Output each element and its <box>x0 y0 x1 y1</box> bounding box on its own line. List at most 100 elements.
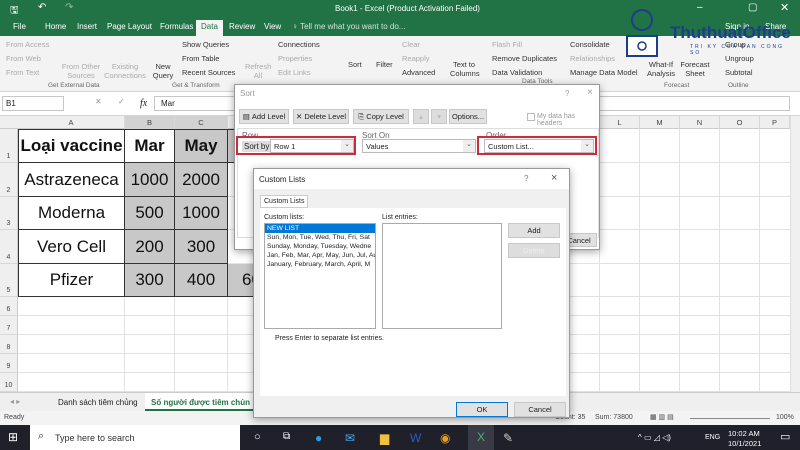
table-cell[interactable]: Astrazeneca <box>18 163 125 197</box>
manage-data-model-button[interactable]: Manage Data Model <box>570 68 638 77</box>
delete-button[interactable]: Delete <box>508 243 560 258</box>
row-header-8[interactable]: 8 <box>0 335 18 354</box>
from-access-button[interactable]: From Access <box>6 40 49 49</box>
row-header-7[interactable]: 7 <box>0 316 18 335</box>
tab-insert[interactable]: Insert <box>77 22 97 31</box>
row-header-10[interactable]: 10 <box>0 373 18 392</box>
table-cell[interactable]: 1000 <box>125 163 175 197</box>
taskbar-search[interactable]: ⌕ Type here to search <box>30 425 240 450</box>
table-cell[interactable]: 300 <box>125 264 175 297</box>
consolidate-button[interactable]: Consolidate <box>570 40 610 49</box>
vertical-scrollbar[interactable] <box>790 116 800 392</box>
sort-on-select[interactable]: Values ⌄ <box>362 139 476 153</box>
data-validation-button[interactable]: Data Validation <box>492 68 542 77</box>
flash-fill-button[interactable]: Flash Fill <box>492 40 522 49</box>
column-header-l[interactable]: L <box>600 116 640 129</box>
clock-date[interactable]: 10/1/2021 <box>728 439 761 448</box>
undo-icon[interactable]: ↶ <box>38 2 46 13</box>
fx-icon[interactable]: fx <box>140 98 147 109</box>
custom-list-item[interactable]: January, February, March, April, M <box>265 260 375 269</box>
headers-checkbox[interactable] <box>527 113 535 121</box>
text-to-columns-button[interactable]: Text to Columns <box>450 60 480 78</box>
what-if-analysis-button[interactable]: What-If Analysis <box>645 60 677 78</box>
from-text-button[interactable]: From Text <box>6 68 39 77</box>
excel-icon[interactable]: X <box>468 425 494 450</box>
copy-level-button[interactable]: ⎘ Copy Level <box>353 109 409 124</box>
row-header-5[interactable]: 5 <box>0 264 18 297</box>
custom-lists-listbox[interactable]: NEW LIST Sun, Mon, Tue, Wed, Thu, Fri, Sa… <box>264 223 376 329</box>
connections-button[interactable]: Connections <box>278 40 320 49</box>
zoom-slider[interactable] <box>690 418 770 419</box>
table-cell[interactable]: Pfizer <box>18 264 125 297</box>
close-button[interactable]: × <box>551 172 557 184</box>
column-header-n[interactable]: N <box>680 116 720 129</box>
refresh-all-button[interactable]: Refresh All <box>245 62 271 80</box>
row-header-3[interactable]: 3 <box>0 197 18 230</box>
remove-duplicates-button[interactable]: Remove Duplicates <box>492 54 557 63</box>
row-header-9[interactable]: 9 <box>0 354 18 373</box>
advanced-button[interactable]: Advanced <box>402 68 435 77</box>
column-header-o[interactable]: O <box>720 116 760 129</box>
language-indicator[interactable]: ENG <box>705 434 720 441</box>
zoom-level[interactable]: 100% <box>776 414 794 421</box>
custom-list-item[interactable]: Sun, Mon, Tue, Wed, Thu, Fri, Sat <box>265 233 375 242</box>
filter-button[interactable]: Filter <box>376 60 393 69</box>
row-header-2[interactable]: 2 <box>0 163 18 197</box>
table-header-cell[interactable]: Loại vaccine <box>18 129 125 163</box>
mail-icon[interactable]: ✉ <box>345 431 355 445</box>
table-cell[interactable]: 300 <box>175 230 228 264</box>
tray-icons[interactable]: ^ ▭ ◿ ◁) <box>638 433 671 442</box>
row-header-6[interactable]: 6 <box>0 297 18 316</box>
forecast-sheet-button[interactable]: Forecast Sheet <box>680 60 710 78</box>
cancel-icon[interactable]: ✕ <box>95 97 102 106</box>
tab-file[interactable]: File <box>13 22 26 31</box>
tab-review[interactable]: Review <box>229 22 255 31</box>
word-icon[interactable]: W <box>410 431 421 445</box>
move-down-button[interactable]: ▾ <box>431 109 447 124</box>
tab-home[interactable]: Home <box>45 22 66 31</box>
table-cell[interactable]: Moderna <box>18 197 125 230</box>
tab-page-layout[interactable]: Page Layout <box>107 22 152 31</box>
custom-list-item[interactable]: Sunday, Monday, Tuesday, Wedne <box>265 242 375 251</box>
from-other-sources-button[interactable]: From Other Sources <box>60 62 102 80</box>
clear-button[interactable]: Clear <box>402 40 420 49</box>
add-level-button[interactable]: ▤ Add Level <box>239 109 289 124</box>
sheet-tab-danh-sach[interactable]: Danh sách tiêm chủng <box>50 393 147 411</box>
table-cell[interactable]: 1000 <box>175 197 228 230</box>
enter-icon[interactable]: ✓ <box>118 97 125 106</box>
help-button[interactable]: ? <box>565 89 569 98</box>
cortana-icon[interactable]: ○ <box>254 431 261 443</box>
edge-icon[interactable]: ● <box>315 431 322 445</box>
table-cell[interactable]: 200 <box>125 230 175 264</box>
name-box[interactable]: B1 <box>2 96 64 111</box>
file-explorer-icon[interactable]: ▆ <box>380 431 389 445</box>
chrome-icon[interactable]: ◉ <box>440 431 450 445</box>
task-view-icon[interactable]: ⧉ <box>283 431 290 442</box>
sheet-nav-icon[interactable]: ◂ ▸ <box>10 397 20 406</box>
column-header-c[interactable]: C <box>175 116 228 129</box>
tab-view[interactable]: View <box>264 22 281 31</box>
table-cell[interactable]: 400 <box>175 264 228 297</box>
recent-sources-button[interactable]: Recent Sources <box>182 68 235 77</box>
view-buttons[interactable]: ▦ ▥ ▤ <box>650 413 674 421</box>
new-query-button[interactable]: New Query <box>150 62 176 80</box>
help-button[interactable]: ? <box>524 174 528 183</box>
existing-connections-button[interactable]: Existing Connections <box>103 62 147 80</box>
add-button[interactable]: Add <box>508 223 560 238</box>
show-queries-button[interactable]: Show Queries <box>182 40 229 49</box>
subtotal-button[interactable]: Subtotal <box>725 68 753 77</box>
clock-time[interactable]: 10:02 AM <box>728 429 760 438</box>
list-entries-textarea[interactable] <box>382 223 502 329</box>
column-header-m[interactable]: M <box>640 116 680 129</box>
table-cell[interactable]: 500 <box>125 197 175 230</box>
tell-me-box[interactable]: ♀ Tell me what you want to do... <box>292 22 405 31</box>
ok-button[interactable]: OK <box>456 402 508 417</box>
custom-list-item[interactable]: Jan, Feb, Mar, Apr, May, Jun, Jul, Au <box>265 251 375 260</box>
properties-button[interactable]: Properties <box>278 54 312 63</box>
options-button[interactable]: Options... <box>449 109 487 124</box>
windows-start-icon[interactable]: ⊞ <box>8 430 18 444</box>
sort-button[interactable]: Sort <box>348 60 362 69</box>
table-header-cell[interactable]: May <box>175 129 228 163</box>
relationships-button[interactable]: Relationships <box>570 54 615 63</box>
close-button[interactable]: × <box>587 87 593 98</box>
